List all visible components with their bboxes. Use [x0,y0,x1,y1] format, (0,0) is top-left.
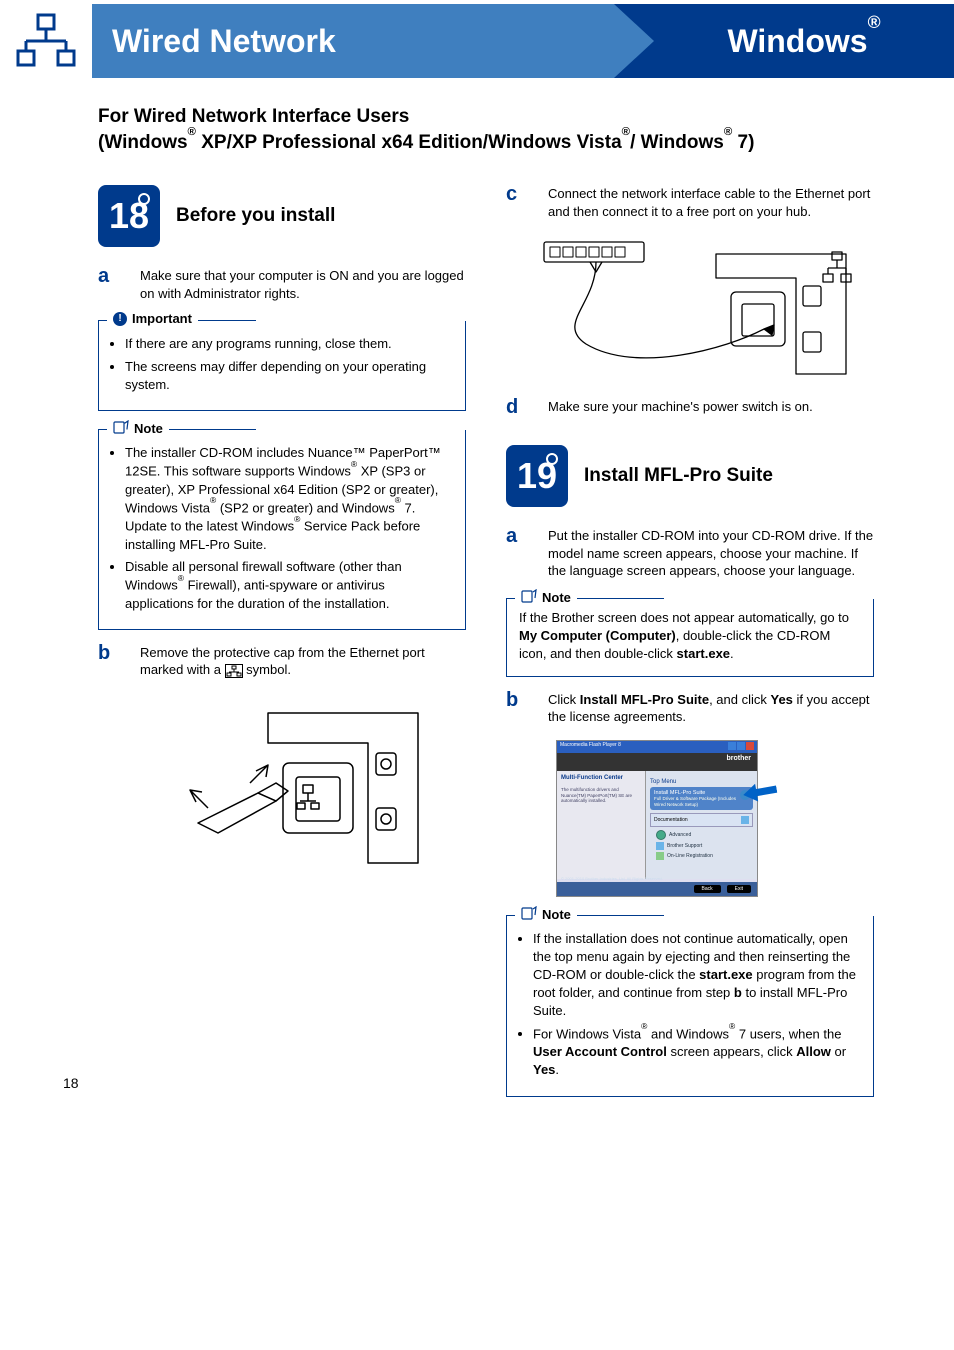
list-item: If there are any programs running, close… [125,335,453,353]
support-icon [656,842,664,850]
note-box-18: Note The installer CD-ROM includes Nuanc… [98,429,466,630]
step-18-header: 18 Before you install [98,185,466,247]
step-19a: a Put the installer CD-ROM into your CD-… [506,527,874,580]
note-icon [521,589,537,606]
doc-icon [741,816,749,824]
installer-screenshot: Macromedia Flash Player 8 brother Multi-… [556,740,758,897]
note-box-19a: Note If the Brother screen does not appe… [506,598,874,677]
wired-network-banner: Wired Network [92,4,614,78]
wired-network-title: Wired Network [112,23,336,60]
reg-icon [656,852,664,860]
step-18a-text: Make sure that your computer is ON and y… [140,267,466,302]
step-18b-text: Remove the protective cap from the Ether… [140,644,466,679]
step-19-badge: 19 [506,445,568,507]
note-label: Note [107,420,169,437]
section-heading: For Wired Network Interface Users (Windo… [98,104,864,155]
hub-connection-illustration [526,234,866,384]
window-controls [728,742,754,752]
list-item: If the installation does not continue au… [533,930,861,1021]
advanced-link[interactable]: Advanced [656,830,753,840]
right-column: c Connect the network interface cable to… [506,185,874,1110]
note-19b-list: If the installation does not continue au… [519,930,861,1080]
step-18d-text: Make sure your machine's power switch is… [548,398,874,419]
left-column: 18 Before you install a Make sure that y… [98,185,466,1110]
note-label: Note [515,906,577,923]
list-item: Disable all personal firewall software (… [125,558,453,613]
step-19b: b Click Install MFL-Pro Suite, and click… [506,691,874,726]
step-18b: b Remove the protective cap from the Eth… [98,644,466,679]
step-19a-text: Put the installer CD-ROM into your CD-RO… [548,527,874,580]
list-item: The screens may differ depending on your… [125,358,453,394]
letter-c: c [506,183,532,220]
side-description: The multifunction drivers and Nuance(TM)… [561,787,641,805]
letter-d: d [506,396,532,419]
step-18-badge: 18 [98,185,160,247]
step-18-title: Before you install [176,205,335,227]
page-header: Wired Network Windows® [0,4,954,78]
note-icon [113,420,129,437]
step-19-header: 19 Install MFL-Pro Suite [506,445,874,507]
step-19b-text: Click Install MFL-Pro Suite, and click Y… [548,691,874,726]
online-reg-link[interactable]: On-Line Registration [656,852,753,860]
screenshot-copyright: © 2001-2010 Brother Industries, Ltd. All… [561,876,663,881]
note-label: Note [515,589,577,606]
gear-icon [656,830,666,840]
support-link[interactable]: Brother Support [656,842,753,850]
minimize-icon [728,742,736,750]
documentation-row[interactable]: Documentation [650,813,753,827]
list-item: The installer CD-ROM includes Nuance™ Pa… [125,444,453,554]
list-item: For Windows Vista® and Windows® 7 users,… [533,1025,861,1080]
window-title: Macromedia Flash Player 8 [560,742,621,752]
brand-bar: brother [557,753,757,771]
note-18-list: The installer CD-ROM includes Nuance™ Pa… [111,444,453,613]
step-19-title: Install MFL-Pro Suite [584,465,773,487]
letter-a: a [98,265,124,302]
windows-title: Windows® [727,23,880,60]
important-icon: ! [113,312,127,326]
step-18c: c Connect the network interface cable to… [506,185,874,220]
install-mfl-button[interactable]: Install MFL-Pro Suite Full Driver & Soft… [650,787,753,810]
top-menu-label: Top Menu [650,779,753,785]
banner-arrow [614,4,654,78]
exit-button[interactable]: Exit [727,885,751,893]
back-button[interactable]: Back [694,885,721,893]
step-18c-text: Connect the network interface cable to t… [548,185,874,220]
page-number: 18 [63,1075,79,1091]
letter-b: b [506,689,532,726]
note-19a-text: If the Brother screen does not appear au… [519,609,861,664]
maximize-icon [737,742,745,750]
windows-banner: Windows® [654,4,954,78]
note-icon [521,906,537,923]
important-box: ! Important If there are any programs ru… [98,320,466,411]
ethernet-symbol-icon [225,664,243,678]
network-icon [0,4,92,78]
step-18a: a Make sure that your computer is ON and… [98,267,466,302]
mfc-heading: Multi-Function Center [561,775,641,781]
letter-b: b [98,642,124,679]
important-label: ! Important [107,311,198,326]
important-list: If there are any programs running, close… [111,335,453,394]
close-icon [746,742,754,750]
note-box-19b: Note If the installation does not contin… [506,915,874,1097]
ethernet-port-illustration [138,693,438,873]
step-18d: d Make sure your machine's power switch … [506,398,874,419]
letter-a: a [506,525,532,580]
